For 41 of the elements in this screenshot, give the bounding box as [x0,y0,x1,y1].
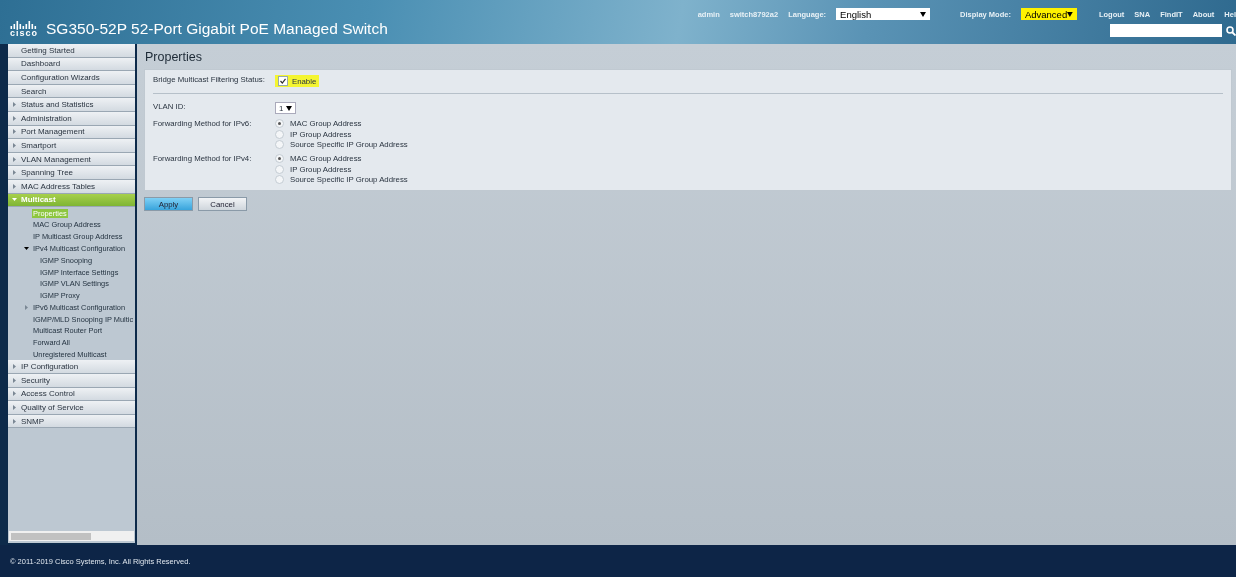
collapsed-arrow-icon [12,405,17,411]
radio-button[interactable] [275,129,284,139]
radio-button[interactable] [275,175,284,184]
collapsed-arrow-icon [12,102,17,108]
collapsed-arrow-icon [12,142,17,148]
collapsed-arrow-icon [12,129,17,135]
radio-button[interactable] [275,119,284,128]
collapsed-arrow-icon [12,156,17,162]
caret-icon [286,105,293,111]
menu-item[interactable]: Status and Statistics [8,98,135,112]
check-icon [280,78,286,84]
collapsed-arrow-icon [12,183,17,189]
collapsed-arrow-icon [24,304,29,310]
collapsed-arrow-icon [12,391,17,397]
search-field[interactable] [1110,24,1222,37]
caret-icon [920,11,927,17]
expanded-arrow-icon [24,245,29,251]
display-mode-select[interactable]: Advanced [1020,8,1077,20]
horizontal-scrollbar[interactable] [9,531,134,541]
collapsed-arrow-icon [12,115,17,121]
menu-item[interactable]: Quality of Service [8,401,135,415]
collapsed-arrow-icon [12,170,17,176]
menu-item[interactable]: Spanning Tree [8,166,135,180]
collapsed-arrow-icon [12,364,17,370]
menu-item[interactable]: Smartport [8,139,135,153]
radio-button[interactable] [275,140,284,149]
menu-item[interactable]: Configuration Wizards [8,71,135,85]
caret-icon [1067,11,1073,17]
collapsed-arrow-icon [12,418,17,424]
radio-button[interactable] [275,164,284,174]
expanded-arrow-icon [12,197,17,203]
collapsed-arrow-icon [12,377,17,383]
radio-button[interactable] [275,154,284,163]
logo: cisco [10,20,38,38]
menu-item[interactable]: IP Configuration [8,360,135,375]
search-icon[interactable] [1226,25,1236,36]
language-select[interactable]: English [836,8,931,20]
product-title: SG350-52P 52-Port Gigabit PoE Managed Switch [46,20,388,38]
page-title: Properties [145,50,203,64]
menu-item[interactable]: Security [8,374,135,388]
menu-item[interactable]: Getting Started [8,44,135,58]
